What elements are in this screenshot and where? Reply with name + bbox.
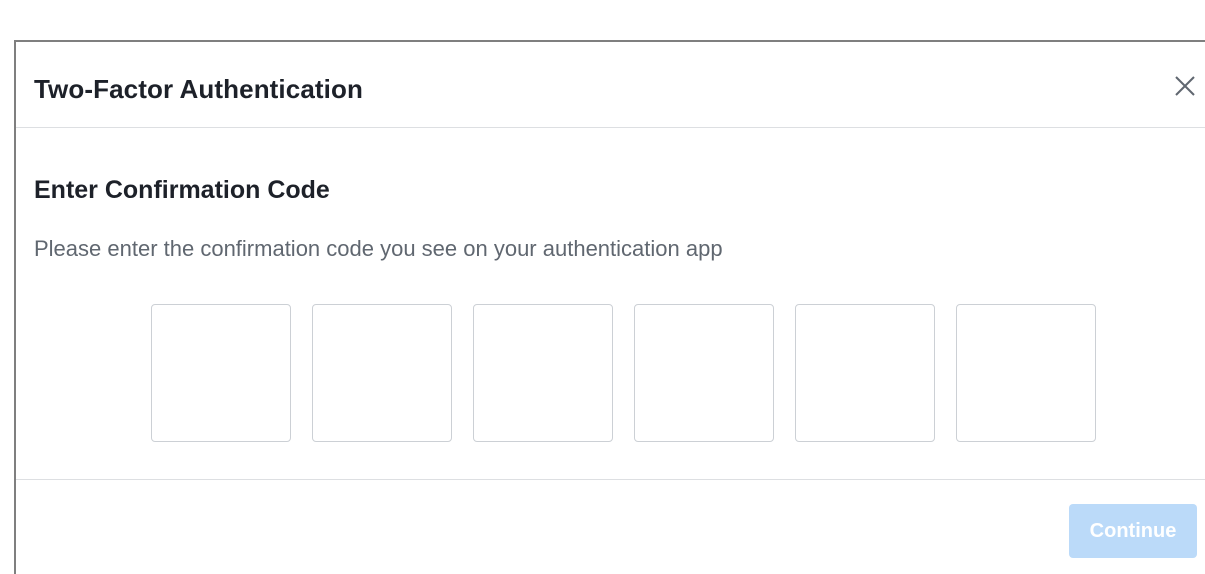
code-digit-5[interactable] <box>795 304 935 442</box>
code-digit-3[interactable] <box>473 304 613 442</box>
two-factor-dialog: Two-Factor Authentication Enter Confirma… <box>14 40 1205 574</box>
dialog-footer: Continue <box>16 480 1205 574</box>
close-button[interactable] <box>1171 72 1199 100</box>
dialog-body: Enter Confirmation Code Please enter the… <box>16 128 1205 480</box>
code-digit-2[interactable] <box>312 304 452 442</box>
confirmation-heading: Enter Confirmation Code <box>34 176 330 204</box>
code-digit-4[interactable] <box>634 304 774 442</box>
code-digit-1[interactable] <box>151 304 291 442</box>
code-digit-6[interactable] <box>956 304 1096 442</box>
continue-button[interactable]: Continue <box>1069 504 1197 558</box>
close-icon <box>1175 76 1195 96</box>
confirmation-instructions: Please enter the confirmation code you s… <box>34 236 723 261</box>
code-input-group <box>151 304 1096 442</box>
dialog-header: Two-Factor Authentication <box>16 42 1205 128</box>
dialog-title: Two-Factor Authentication <box>34 74 363 104</box>
